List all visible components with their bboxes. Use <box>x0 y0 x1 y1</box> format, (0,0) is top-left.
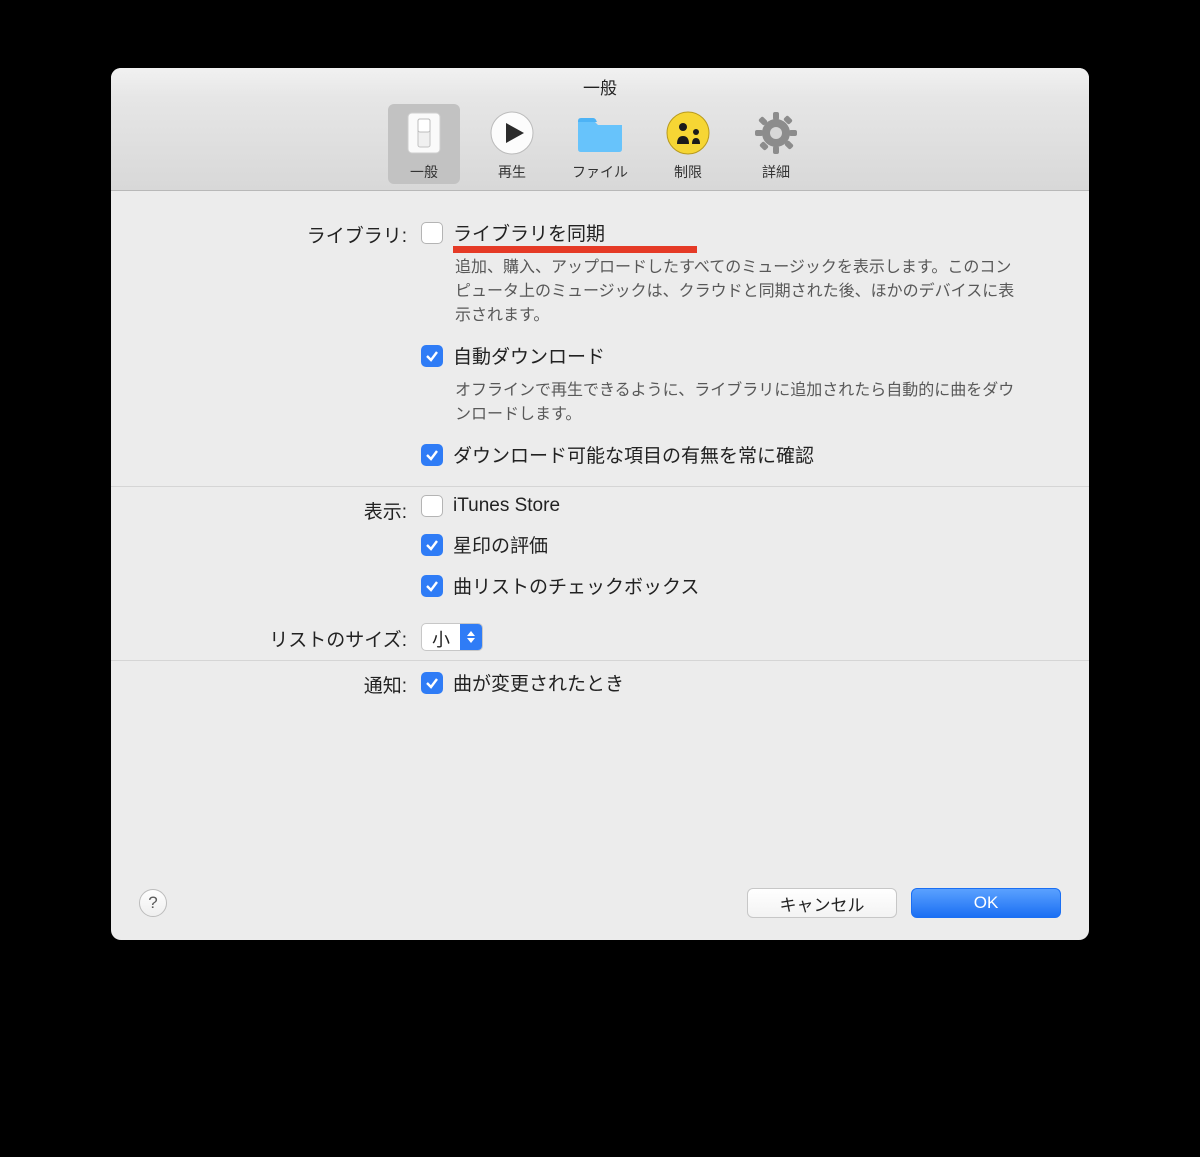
tab-files[interactable]: ファイル <box>564 104 636 184</box>
star-rating-label: 星印の評価 <box>453 531 548 558</box>
stepper-arrows-icon <box>460 624 482 650</box>
footer: ? キャンセル OK <box>111 870 1089 940</box>
auto-download-checkbox[interactable] <box>421 345 443 367</box>
listsize-select[interactable]: 小 <box>421 623 483 651</box>
song-changed-checkbox[interactable] <box>421 672 443 694</box>
display-row: 表示: iTunes Store 星印の評価 <box>181 487 1019 615</box>
list-checkbox-checkbox[interactable] <box>421 575 443 597</box>
tab-files-label: ファイル <box>566 162 634 182</box>
listsize-row: リストのサイズ: 小 <box>181 615 1019 660</box>
preferences-window: 一般 一般 再生 <box>111 68 1089 940</box>
sync-library-label: ライブラリを同期 <box>453 224 605 245</box>
check-downloads-checkbox[interactable] <box>421 444 443 466</box>
help-button[interactable]: ? <box>139 889 167 917</box>
cancel-button-label: キャンセル <box>780 891 865 916</box>
auto-download-desc: オフラインで再生できるように、ライブラリに追加されたら自動的に曲をダウンロードし… <box>421 373 1019 441</box>
notify-label: 通知: <box>181 669 421 698</box>
tab-playback-label: 再生 <box>478 162 546 182</box>
preferences-toolbar: 一般 再生 ファイル <box>111 98 1089 191</box>
sync-library-desc: 追加、購入、アップロードしたすべてのミュージックを表示します。このコンピュータ上… <box>421 250 1019 342</box>
library-label: ライブラリ: <box>181 219 421 248</box>
preferences-content: ライブラリ: ライブラリを同期 追加、購入、アップロードしたすべてのミュージック… <box>111 191 1089 718</box>
check-downloads-label: ダウンロード可能な項目の有無を常に確認 <box>453 441 814 468</box>
cancel-button[interactable]: キャンセル <box>747 888 897 918</box>
tab-restrictions[interactable]: 制限 <box>652 104 724 184</box>
tab-general[interactable]: 一般 <box>388 104 460 184</box>
tab-advanced[interactable]: 詳細 <box>740 104 812 184</box>
ok-button[interactable]: OK <box>911 888 1061 918</box>
ok-button-label: OK <box>974 893 999 913</box>
tab-advanced-label: 詳細 <box>742 162 810 182</box>
parental-icon <box>663 108 713 158</box>
play-icon <box>487 108 537 158</box>
itunes-store-label: iTunes Store <box>453 495 560 517</box>
song-changed-label: 曲が変更されたとき <box>453 669 624 696</box>
library-row: ライブラリ: ライブラリを同期 追加、購入、アップロードしたすべてのミュージック… <box>181 211 1019 486</box>
itunes-store-checkbox[interactable] <box>421 495 443 517</box>
switch-icon <box>399 108 449 158</box>
gear-icon <box>751 108 801 158</box>
notify-row: 通知: 曲が変更されたとき <box>181 661 1019 708</box>
window-title: 一般 <box>111 68 1089 98</box>
sync-library-checkbox[interactable] <box>421 222 443 244</box>
tab-playback[interactable]: 再生 <box>476 104 548 184</box>
tab-general-label: 一般 <box>390 162 458 182</box>
star-rating-checkbox[interactable] <box>421 534 443 556</box>
auto-download-label: 自動ダウンロード <box>453 342 605 369</box>
display-label: 表示: <box>181 495 421 524</box>
folder-icon <box>575 108 625 158</box>
listsize-value: 小 <box>422 624 460 650</box>
list-checkbox-label: 曲リストのチェックボックス <box>453 572 699 599</box>
listsize-label: リストのサイズ: <box>181 623 421 652</box>
tab-restrictions-label: 制限 <box>654 162 722 182</box>
